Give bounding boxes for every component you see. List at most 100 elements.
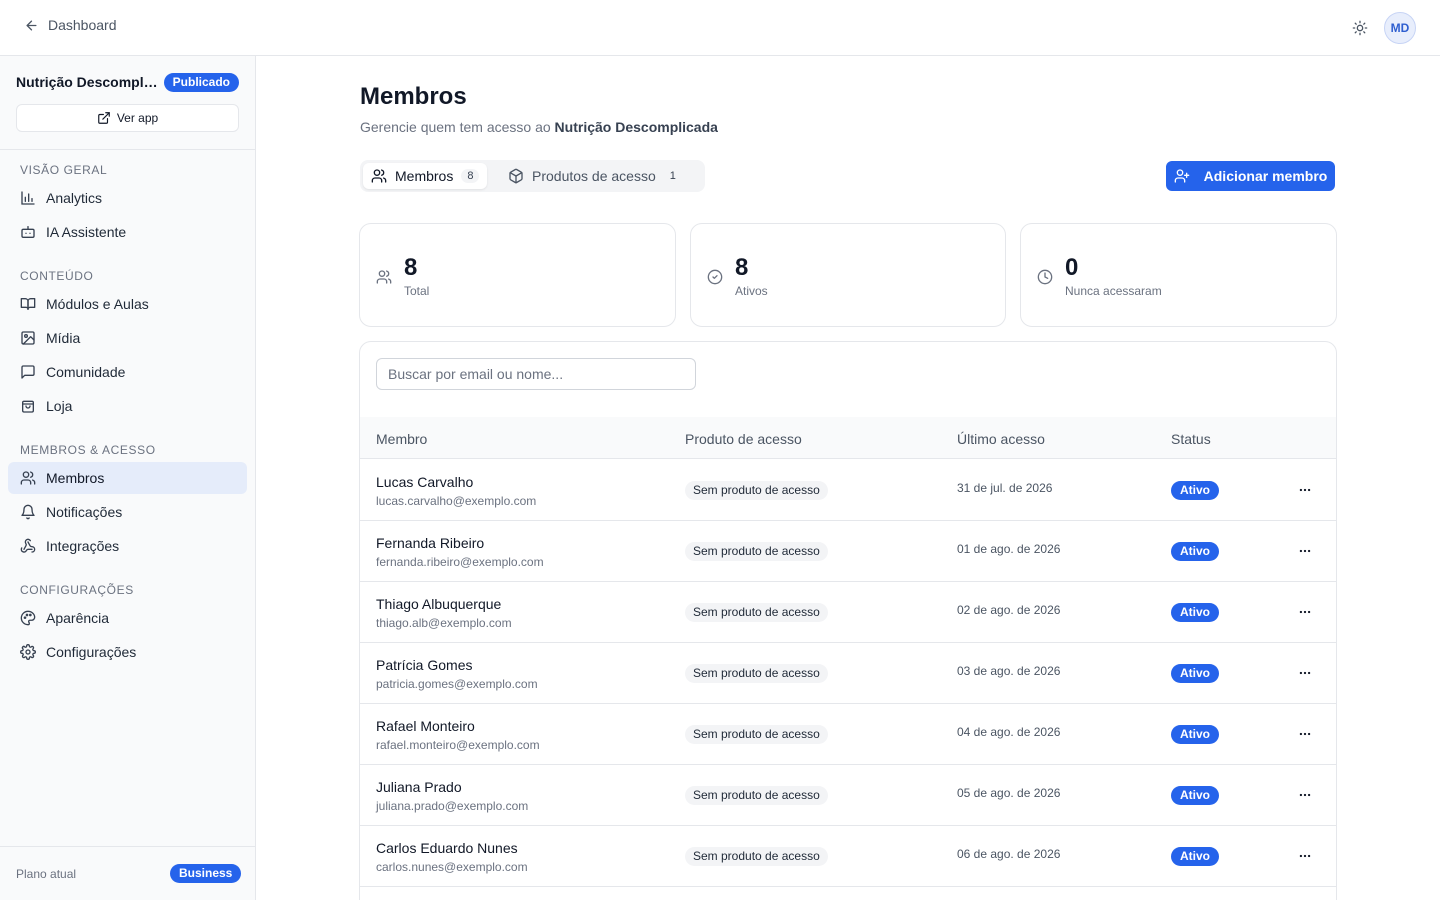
member-email: lucas.carvalho@exemplo.com <box>376 494 537 508</box>
member-name: Thiago Albuquerque <box>376 596 502 612</box>
palette-icon <box>20 610 36 626</box>
sidebar-item-media[interactable]: Mídia <box>8 322 247 354</box>
book-open-icon <box>20 296 36 312</box>
member-name: Carlos Eduardo Nunes <box>376 840 518 856</box>
stat-value: 8 <box>404 254 418 281</box>
sidebar: Nutrição Descomplicada Publicado Ver app… <box>0 56 256 900</box>
row-actions-button[interactable] <box>1293 480 1317 500</box>
table-row[interactable]: Fernanda Ribeiro fernanda.ribeiro@exemplo… <box>360 521 1336 582</box>
tab-members[interactable]: Membros 8 <box>363 163 488 189</box>
access-product-badge: Sem produto de acesso <box>685 481 828 500</box>
page-title: Membros <box>360 83 467 110</box>
sidebar-item-analytics[interactable]: Analytics <box>8 182 247 214</box>
member-email: patricia.gomes@exemplo.com <box>376 677 538 691</box>
section-label-content: CONTEÚDO <box>20 269 94 283</box>
view-app-label: Ver app <box>116 111 159 125</box>
section-label-settings: CONFIGURAÇÕES <box>20 583 134 597</box>
add-member-button[interactable]: Adicionar membro <box>1166 161 1335 191</box>
row-actions-button[interactable] <box>1293 541 1317 561</box>
status-badge: Ativo <box>1171 725 1219 744</box>
tab-count-badge: 1 <box>669 170 676 182</box>
access-product-badge: Sem produto de acesso <box>685 725 828 744</box>
sidebar-item-notifications[interactable]: Notificações <box>8 496 247 528</box>
last-access-date: 05 de ago. de 2026 <box>957 786 1061 800</box>
more-horizontal-icon <box>1298 544 1312 558</box>
view-app-button[interactable]: Ver app <box>16 104 239 132</box>
sidebar-item-modules[interactable]: Módulos e Aulas <box>8 288 247 320</box>
sidebar-item-integrations[interactable]: Integrações <box>8 530 247 562</box>
access-product-badge: Sem produto de acesso <box>685 786 828 805</box>
member-name: Juliana Prado <box>376 779 462 795</box>
row-actions-button[interactable] <box>1293 602 1317 622</box>
search-input[interactable] <box>376 358 696 390</box>
member-email: carlos.nunes@exemplo.com <box>376 860 528 874</box>
sidebar-item-label: IA Assistente <box>46 224 127 240</box>
row-actions-button[interactable] <box>1293 724 1317 744</box>
table-row[interactable]: Rafael Monteiro rafael.monteiro@exemplo.c… <box>360 704 1336 765</box>
sidebar-item-settings[interactable]: Configurações <box>8 636 247 668</box>
sun-icon <box>1352 20 1368 36</box>
image-icon <box>20 330 36 346</box>
settings-icon <box>20 644 36 660</box>
member-email: fernanda.ribeiro@exemplo.com <box>376 555 544 569</box>
users-icon <box>20 470 36 486</box>
package-icon <box>508 168 524 184</box>
page-subtitle: Gerencie quem tem acesso ao Nutrição Des… <box>360 119 718 135</box>
sidebar-item-label: Configurações <box>46 644 137 660</box>
tab-count-badge: 8 <box>461 169 480 183</box>
table-row[interactable]: Patrícia Gomes patricia.gomes@exemplo.com… <box>360 643 1336 704</box>
user-plus-icon <box>1174 168 1190 184</box>
sidebar-item-ai-assistant[interactable]: IA Assistente <box>8 216 247 248</box>
tab-access-products[interactable]: Produtos de acesso 1 <box>500 163 690 189</box>
stat-card-total: 8 Total <box>359 223 676 327</box>
last-access-date: 03 de ago. de 2026 <box>957 664 1061 678</box>
sidebar-item-community[interactable]: Comunidade <box>8 356 247 388</box>
sidebar-item-label: Loja <box>46 398 73 414</box>
stat-label: Ativos <box>735 284 768 298</box>
app-name: Nutrição Descomplicada <box>16 74 161 90</box>
sidebar-item-label: Módulos e Aulas <box>46 296 149 312</box>
sidebar-item-appearance[interactable]: Aparência <box>8 602 247 634</box>
table-row[interactable]: Juliana Prado juliana.prado@exemplo.com Se… <box>360 765 1336 826</box>
status-badge: Ativo <box>1171 664 1219 683</box>
row-actions-button[interactable] <box>1293 846 1317 866</box>
last-access-date: 04 de ago. de 2026 <box>957 725 1061 739</box>
table-header: Membro Produto de acesso Último acesso S… <box>360 417 1336 459</box>
back-to-dashboard-link[interactable]: Dashboard <box>24 17 117 33</box>
section-label-overview: VISÃO GERAL <box>20 163 108 177</box>
users-icon <box>371 168 387 184</box>
table-row[interactable]: Lucas Carvalho lucas.carvalho@exemplo.com… <box>360 460 1336 521</box>
table-row[interactable]: Thiago Albuquerque thiago.alb@exemplo.com… <box>360 582 1336 643</box>
row-actions-button[interactable] <box>1293 663 1317 683</box>
back-link-label: Dashboard <box>48 17 117 33</box>
table-row[interactable]: Carlos Eduardo Nunes carlos.nunes@exemplo… <box>360 826 1336 887</box>
top-bar: Dashboard MD <box>0 0 1440 56</box>
user-avatar[interactable]: MD <box>1384 12 1416 44</box>
tab-label: Produtos de acesso <box>532 168 656 184</box>
row-actions-button[interactable] <box>1293 785 1317 805</box>
sidebar-item-label: Membros <box>46 470 105 486</box>
users-icon <box>376 269 392 285</box>
plan-badge: Business <box>170 864 242 883</box>
sidebar-item-members[interactable]: Membros <box>8 462 247 494</box>
member-name: Rafael Monteiro <box>376 718 475 734</box>
column-header-member: Membro <box>376 431 428 447</box>
message-square-icon <box>20 364 36 380</box>
bell-icon <box>20 504 36 520</box>
member-name: Lucas Carvalho <box>376 474 474 490</box>
sidebar-item-label: Integrações <box>46 538 120 554</box>
sidebar-item-label: Analytics <box>46 190 103 206</box>
stat-label: Total <box>404 284 430 298</box>
member-email: thiago.alb@exemplo.com <box>376 616 512 630</box>
webhook-icon <box>20 538 36 554</box>
access-product-badge: Sem produto de acesso <box>685 847 828 866</box>
more-horizontal-icon <box>1298 727 1312 741</box>
add-member-label: Adicionar membro <box>1203 168 1328 184</box>
stat-card-never-accessed: 0 Nunca acessaram <box>1020 223 1337 327</box>
sidebar-item-label: Aparência <box>46 610 110 626</box>
sidebar-item-store[interactable]: Loja <box>8 390 247 422</box>
sidebar-item-label: Notificações <box>46 504 123 520</box>
check-circle-icon <box>707 269 723 285</box>
theme-toggle-button[interactable] <box>1348 16 1372 40</box>
column-header-status: Status <box>1171 431 1211 447</box>
